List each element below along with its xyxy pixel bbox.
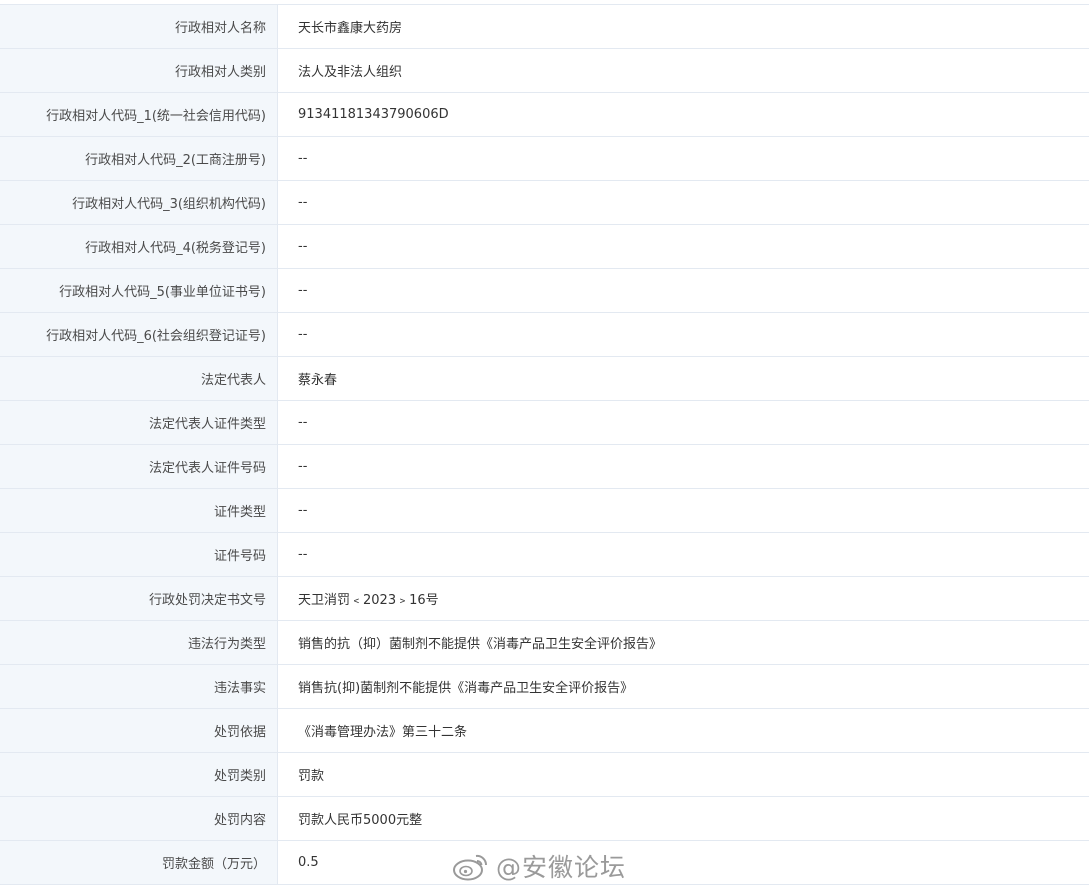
row-value: -- xyxy=(298,239,308,254)
row-value: 91341181343790606D xyxy=(298,107,449,122)
row-label: 行政相对人代码_2(工商注册号) xyxy=(0,137,278,180)
penalty-info-table: 行政相对人名称 天长市鑫康大药房 行政相对人类别 法人及非法人组织 行政相对人代… xyxy=(0,4,1089,885)
row-label: 证件号码 xyxy=(0,533,278,576)
table-row: 法定代表人 蔡永春 xyxy=(0,357,1089,401)
table-row: 行政相对人代码_4(税务登记号) -- xyxy=(0,225,1089,269)
row-label: 行政相对人代码_5(事业单位证书号) xyxy=(0,269,278,312)
row-value: -- xyxy=(298,327,308,342)
row-value: -- xyxy=(298,503,308,518)
table-row: 行政处罚决定书文号 天卫消罚﹤2023﹥16号 xyxy=(0,577,1089,621)
row-label: 证件类型 xyxy=(0,489,278,532)
row-value: -- xyxy=(298,547,308,562)
row-label: 罚款金额（万元） xyxy=(0,841,278,884)
row-value: 罚款人民币5000元整 xyxy=(298,813,423,828)
row-label: 处罚内容 xyxy=(0,797,278,840)
row-label: 处罚类别 xyxy=(0,753,278,796)
row-value: 天长市鑫康大药房 xyxy=(298,21,403,36)
row-value: -- xyxy=(298,459,308,474)
weibo-watermark: @安徽论坛 xyxy=(452,846,626,886)
row-value: -- xyxy=(298,415,308,430)
row-value: -- xyxy=(298,151,308,166)
table-row: 法定代表人证件号码 -- xyxy=(0,445,1089,489)
table-row: 行政相对人类别 法人及非法人组织 xyxy=(0,49,1089,93)
row-label: 行政相对人名称 xyxy=(0,5,278,48)
row-label: 行政处罚决定书文号 xyxy=(0,577,278,620)
table-row: 处罚内容 罚款人民币5000元整 xyxy=(0,797,1089,841)
table-row: 行政相对人代码_5(事业单位证书号) -- xyxy=(0,269,1089,313)
table-row: 行政相对人代码_3(组织机构代码) -- xyxy=(0,181,1089,225)
row-value: 天卫消罚﹤2023﹥16号 xyxy=(298,593,439,608)
row-label: 违法事实 xyxy=(0,665,278,708)
table-row: 证件类型 -- xyxy=(0,489,1089,533)
table-row: 行政相对人名称 天长市鑫康大药房 xyxy=(0,5,1089,49)
row-value: 法人及非法人组织 xyxy=(298,65,403,80)
table-row: 处罚类别 罚款 xyxy=(0,753,1089,797)
row-value: 罚款 xyxy=(298,769,325,784)
table-row: 违法行为类型 销售的抗（抑）菌制剂不能提供《消毒产品卫生安全评价报告》 xyxy=(0,621,1089,665)
row-value: -- xyxy=(298,283,308,298)
row-label: 行政相对人代码_1(统一社会信用代码) xyxy=(0,93,278,136)
table-row: 违法事实 销售抗(抑)菌制剂不能提供《消毒产品卫生安全评价报告》 xyxy=(0,665,1089,709)
table-row: 行政相对人代码_6(社会组织登记证号) -- xyxy=(0,313,1089,357)
table-row: 处罚依据 《消毒管理办法》第三十二条 xyxy=(0,709,1089,753)
table-row: 法定代表人证件类型 -- xyxy=(0,401,1089,445)
penalty-detail-page: 行政相对人名称 天长市鑫康大药房 行政相对人类别 法人及非法人组织 行政相对人代… xyxy=(0,0,1089,894)
row-label: 法定代表人证件号码 xyxy=(0,445,278,488)
weibo-logo-icon xyxy=(453,854,488,881)
row-label: 违法行为类型 xyxy=(0,621,278,664)
row-label: 法定代表人 xyxy=(0,357,278,400)
row-label: 处罚依据 xyxy=(0,709,278,752)
row-label: 行政相对人类别 xyxy=(0,49,278,92)
row-value: -- xyxy=(298,195,308,210)
row-value: 销售的抗（抑）菌制剂不能提供《消毒产品卫生安全评价报告》 xyxy=(298,637,663,652)
row-label: 行政相对人代码_6(社会组织登记证号) xyxy=(0,313,278,356)
watermark-text: @安徽论坛 xyxy=(496,853,627,882)
row-label: 行政相对人代码_3(组织机构代码) xyxy=(0,181,278,224)
row-value: 《消毒管理办法》第三十二条 xyxy=(298,725,468,740)
table-row: 行政相对人代码_1(统一社会信用代码) 91341181343790606D xyxy=(0,93,1089,137)
row-value: 销售抗(抑)菌制剂不能提供《消毒产品卫生安全评价报告》 xyxy=(298,681,634,696)
table-row: 证件号码 -- xyxy=(0,533,1089,577)
row-label: 行政相对人代码_4(税务登记号) xyxy=(0,225,278,268)
row-value: 蔡永春 xyxy=(298,373,338,388)
row-value: 0.5 xyxy=(298,855,319,870)
table-row: 行政相对人代码_2(工商注册号) -- xyxy=(0,137,1089,181)
row-label: 法定代表人证件类型 xyxy=(0,401,278,444)
